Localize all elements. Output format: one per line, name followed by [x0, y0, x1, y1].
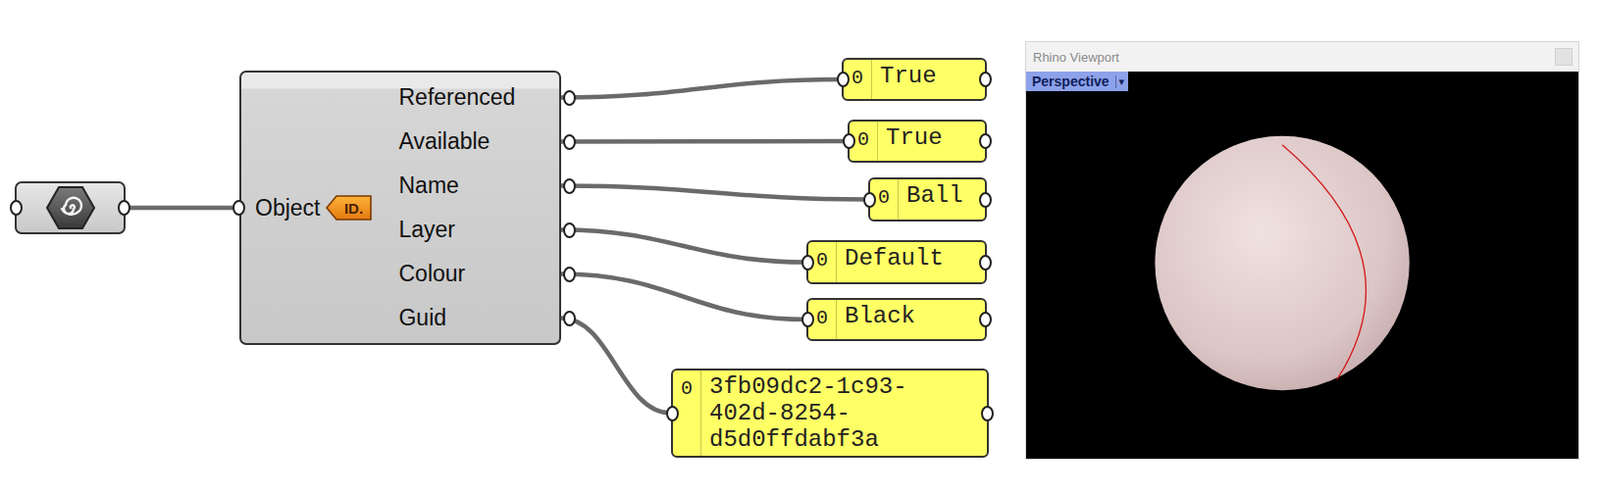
- wire: [561, 79, 842, 99]
- panel[interactable]: 03fb09dc2-1c93-402d-8254-d5d0ffdabf3a: [670, 368, 989, 459]
- wire: [561, 274, 807, 321]
- output-grip[interactable]: [979, 192, 992, 208]
- object-details-component[interactable]: ObjectID. Referenced Available Name Layer Col…: [239, 70, 562, 346]
- panel-value: True: [877, 121, 985, 161]
- wire: [561, 230, 807, 263]
- input-label: Object: [255, 195, 320, 222]
- object-id-parameter[interactable]: [14, 181, 126, 235]
- view-dropdown[interactable]: ▾: [1115, 75, 1126, 89]
- output-list: Referenced Available Name Layer Colour Guid: [372, 72, 560, 344]
- id-tag: ID.: [325, 195, 373, 221]
- wire: [561, 318, 671, 414]
- wire: [561, 186, 869, 201]
- panel[interactable]: 0True: [841, 57, 987, 102]
- rhino-viewport[interactable]: Rhino Viewport Perspective ▾: [1025, 41, 1580, 461]
- output-grip[interactable]: [980, 406, 994, 422]
- output-grip[interactable]: [563, 178, 576, 195]
- panel-value: Black: [836, 300, 985, 340]
- panel-value: True: [872, 59, 985, 100]
- panel[interactable]: 0Black: [806, 298, 987, 342]
- panel[interactable]: 0True: [847, 119, 987, 163]
- input-grip[interactable]: [232, 200, 246, 216]
- output-row: Layer: [398, 207, 560, 253]
- output-grip[interactable]: [563, 134, 576, 151]
- output-grip[interactable]: [563, 266, 576, 283]
- output-grip[interactable]: [563, 310, 576, 327]
- panel-value: 3fb09dc2-1c93-402d-8254-d5d0ffdabf3a: [701, 370, 963, 457]
- output-grip[interactable]: [563, 222, 576, 239]
- output-label: Available: [398, 128, 490, 155]
- input-grip[interactable]: [666, 406, 679, 422]
- output-grip[interactable]: [979, 311, 992, 328]
- panel[interactable]: 0Ball: [868, 177, 987, 222]
- seam-curve: [1282, 145, 1366, 380]
- viewport-title: Rhino Viewport: [1032, 50, 1120, 65]
- input-grip[interactable]: [801, 311, 815, 328]
- wire: [561, 139, 848, 145]
- panel-value: Ball: [898, 179, 985, 220]
- input-grip[interactable]: [836, 71, 850, 88]
- output-label: Layer: [398, 216, 456, 244]
- input-grip[interactable]: [863, 192, 877, 208]
- output-row: Name: [398, 163, 560, 208]
- view-area[interactable]: Perspective ▾: [1026, 71, 1579, 460]
- window-button[interactable]: [1554, 48, 1573, 66]
- input-parameter: ObjectID.: [241, 72, 373, 344]
- spiral-icon: [45, 185, 97, 231]
- sphere[interactable]: [1154, 136, 1409, 391]
- output-label: Colour: [398, 260, 465, 288]
- output-grip[interactable]: [117, 200, 131, 216]
- title-bar: Rhino Viewport: [1026, 42, 1579, 72]
- grasshopper-canvas[interactable]: ObjectID. Referenced Available Name Layer Col…: [0, 0, 1600, 493]
- output-row: Referenced: [398, 75, 560, 120]
- input-grip[interactable]: [801, 255, 815, 271]
- output-label: Referenced: [398, 84, 516, 111]
- output-grip[interactable]: [979, 133, 992, 150]
- output-grip[interactable]: [563, 90, 576, 106]
- view-tab[interactable]: Perspective ▾: [1026, 71, 1129, 92]
- output-row: Colour: [398, 252, 560, 297]
- wire: [125, 206, 240, 211]
- output-label: Guid: [398, 305, 447, 332]
- output-row: Guid: [398, 296, 560, 341]
- input-grip[interactable]: [9, 200, 23, 216]
- scene: [1026, 71, 1579, 460]
- view-name: Perspective: [1032, 73, 1110, 90]
- output-grip[interactable]: [979, 255, 992, 271]
- panel-value: Default: [836, 242, 985, 283]
- output-row: Available: [398, 119, 560, 164]
- output-label: Name: [398, 172, 459, 200]
- output-grip[interactable]: [979, 71, 992, 88]
- input-grip[interactable]: [842, 133, 856, 150]
- panel[interactable]: 0Default: [806, 240, 987, 285]
